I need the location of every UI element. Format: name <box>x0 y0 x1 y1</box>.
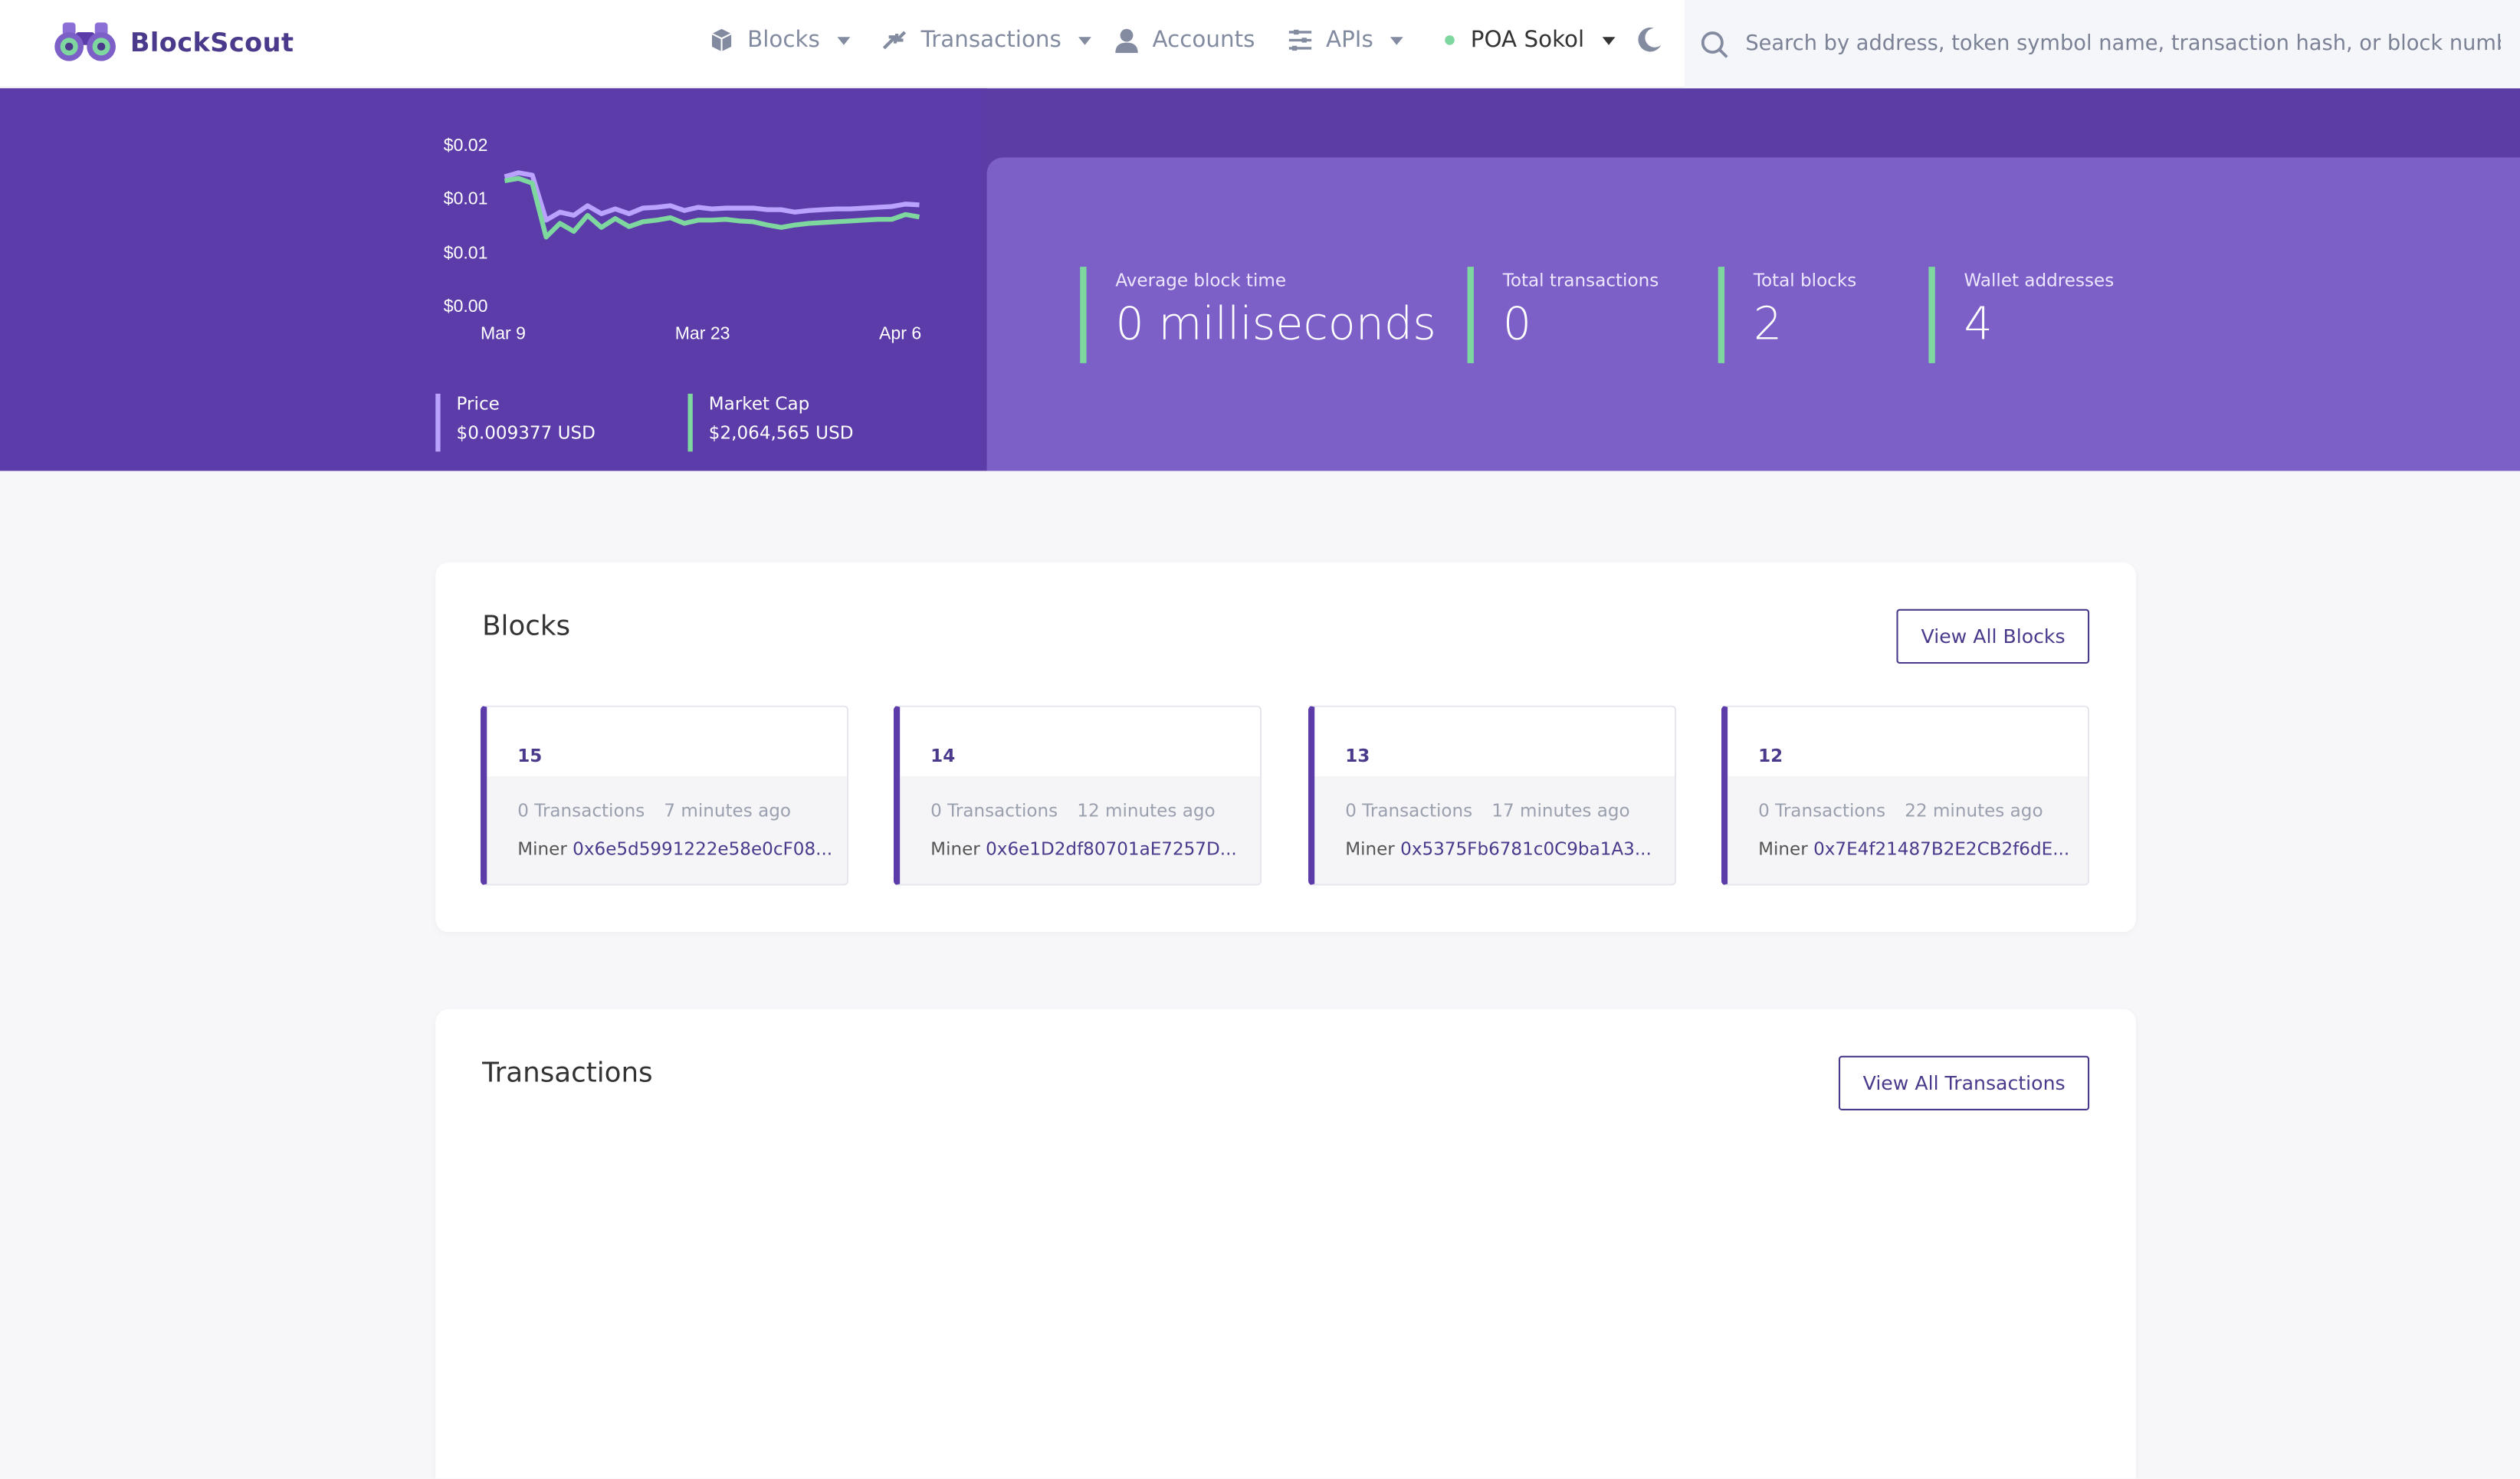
brand-link[interactable]: BlockScout <box>53 19 294 64</box>
stat-total-transactions: Total transactions 0 <box>1467 267 1659 363</box>
block-age: 17 minutes ago <box>1491 800 1630 821</box>
view-all-transactions-button[interactable]: View All Transactions <box>1839 1055 2090 1111</box>
stat-total-blocks: Total blocks 2 <box>1718 267 1857 363</box>
blocks-card: Blocks View All Blocks 15 0 Transactions… <box>435 562 2136 933</box>
network-label: POA Sokol <box>1470 27 1585 54</box>
user-icon <box>1115 28 1138 54</box>
block-tx-count: 0 Transactions <box>930 800 1058 821</box>
block-tile: 14 0 Transactions 12 minutes ago Miner 0x… <box>893 705 1262 886</box>
search-icon <box>1701 31 1728 57</box>
chevron-down-icon <box>1390 36 1404 44</box>
y-tick-label: $0.02 <box>444 135 488 155</box>
blocks-title: Blocks <box>482 610 571 643</box>
stat-value: 0 milliseconds <box>1115 297 1436 351</box>
block-number-link[interactable]: 13 <box>1345 746 1370 766</box>
transactions-card: Transactions View All Transactions <box>435 1008 2136 1479</box>
brand-name: BlockScout <box>130 26 294 57</box>
block-number-link[interactable]: 15 <box>517 746 542 766</box>
network-selector[interactable]: POA Sokol <box>1445 27 1615 54</box>
nav-blocks[interactable]: Blocks <box>709 27 851 54</box>
nav-transactions[interactable]: Transactions <box>881 27 1092 54</box>
stat-label: Wallet addresses <box>1964 270 2115 291</box>
market-cap-label: Market Cap <box>708 393 810 415</box>
price-chart: $0.02 $0.01 $0.01 $0.00 Mar 9 Mar 23 Apr… <box>444 135 921 343</box>
sliders-icon <box>1288 29 1312 51</box>
stat-label: Total blocks <box>1753 270 1857 291</box>
theme-toggle[interactable] <box>1635 26 1664 61</box>
nav-apis-label: APIs <box>1326 27 1373 54</box>
stat-value: 4 <box>1964 297 1993 351</box>
page: BlockScout Blocks Transactions Accounts … <box>0 0 2520 1479</box>
stats-panel: Average block time 0 milliseconds Total … <box>986 157 2520 471</box>
miner-label: Miner <box>1758 838 1808 860</box>
miner-address-link[interactable]: 0x6e5d5991222e58e0cF08... <box>573 839 832 860</box>
search-input[interactable] <box>1745 31 2501 57</box>
y-tick-label: $0.01 <box>444 188 488 208</box>
miner-label: Miner <box>930 838 980 860</box>
chevron-down-icon <box>837 36 851 44</box>
hero-section: $0.02 $0.01 $0.01 $0.00 Mar 9 Mar 23 Apr… <box>0 88 2520 471</box>
price-value: $0.009377 USD <box>456 422 596 444</box>
stat-average-block-time: Average block time 0 milliseconds <box>1080 267 1436 363</box>
binoculars-logo-icon <box>54 22 116 61</box>
block-number-link[interactable]: 14 <box>930 746 955 766</box>
miner-address-link[interactable]: 0x6e1D2df80701aE7257D... <box>986 839 1237 860</box>
x-tick-label: Mar 9 <box>481 323 526 343</box>
block-age: 12 minutes ago <box>1077 800 1216 821</box>
block-tile: 13 0 Transactions 17 minutes ago Miner 0x… <box>1308 705 1677 886</box>
stat-label: Total transactions <box>1502 270 1659 291</box>
block-age: 7 minutes ago <box>664 800 792 821</box>
cube-icon <box>711 28 732 52</box>
price-legend: Price $0.009377 USD <box>435 393 596 452</box>
block-tile: 15 0 Transactions 7 minutes ago Miner 0x6… <box>481 705 849 886</box>
search-bar <box>1684 0 2520 89</box>
stat-value: 0 <box>1502 297 1532 351</box>
miner-label: Miner <box>517 838 567 860</box>
nav-blocks-label: Blocks <box>747 27 820 54</box>
market-cap-legend: Market Cap $2,064,565 USD <box>687 393 854 452</box>
transfer-icon <box>882 31 907 50</box>
block-number-link[interactable]: 12 <box>1758 746 1783 766</box>
block-tile: 12 0 Transactions 22 minutes ago Miner 0x… <box>1721 705 2090 886</box>
block-tx-count: 0 Transactions <box>1345 800 1473 821</box>
navbar: BlockScout Blocks Transactions Accounts … <box>0 0 2520 89</box>
chart-lines <box>504 170 920 240</box>
miner-address-link[interactable]: 0x7E4f21487B2E2CB2f6dE... <box>1813 839 2069 860</box>
block-age: 22 minutes ago <box>1905 800 2043 821</box>
y-tick-label: $0.01 <box>444 243 488 263</box>
price-chart-panel: $0.02 $0.01 $0.01 $0.00 Mar 9 Mar 23 Apr… <box>0 88 987 471</box>
x-tick-label: Apr 6 <box>879 323 921 343</box>
block-tx-count: 0 Transactions <box>517 800 645 821</box>
view-all-blocks-button[interactable]: View All Blocks <box>1897 608 2090 664</box>
price-label: Price <box>456 393 500 415</box>
moon-icon <box>1638 27 1662 52</box>
series-line-price <box>504 170 920 223</box>
market-cap-value: $2,064,565 USD <box>708 422 854 444</box>
network-dot-icon <box>1445 35 1455 45</box>
nav-accounts[interactable]: Accounts <box>1114 28 1255 54</box>
miner-address-link[interactable]: 0x5375Fb6781c0C9ba1A3... <box>1400 839 1652 860</box>
stat-label: Average block time <box>1115 270 1287 291</box>
nav-transactions-label: Transactions <box>920 27 1061 54</box>
y-tick-label: $0.00 <box>444 296 488 316</box>
nav-accounts-label: Accounts <box>1152 27 1255 54</box>
stat-wallet-addresses: Wallet addresses 4 <box>1928 267 2114 363</box>
chevron-down-icon <box>1602 36 1615 44</box>
stat-value: 2 <box>1753 297 1783 351</box>
transactions-title: Transactions <box>482 1057 653 1090</box>
nav-apis[interactable]: APIs <box>1288 27 1404 54</box>
x-tick-label: Mar 23 <box>675 323 730 343</box>
block-tx-count: 0 Transactions <box>1758 800 1886 821</box>
miner-label: Miner <box>1345 838 1395 860</box>
chevron-down-icon <box>1078 36 1092 44</box>
